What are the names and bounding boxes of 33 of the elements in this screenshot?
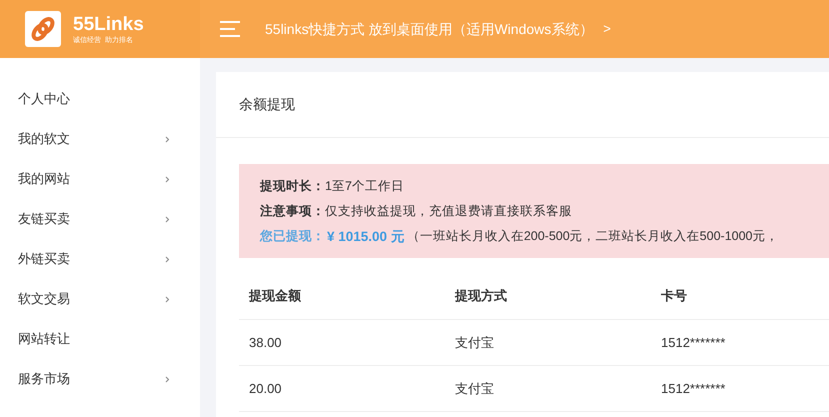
sidebar-item[interactable]: 网站转让: [0, 319, 200, 359]
chevron-right-icon: [165, 376, 170, 382]
withdrawn-amount: ¥ 1015.00 元: [327, 228, 405, 246]
sidebar-item[interactable]: 我的网站: [0, 159, 200, 199]
notice-text: 提现时长：1至7个工作日: [260, 178, 405, 195]
sidebar-item[interactable]: 友链买卖: [0, 199, 200, 239]
chevron-right-icon: [165, 256, 170, 262]
sidebar-item[interactable]: 软文交易: [0, 279, 200, 319]
sidebar-item[interactable]: 外链买卖: [0, 239, 200, 279]
withdrawn-remark: （一班站长月收入在200-500元，二班站长月收入在500-1000元，: [406, 228, 779, 244]
withdrawn-label: 您已提现：: [260, 228, 325, 244]
logo-name: 55Links: [73, 14, 144, 34]
table-cell: 支付宝: [455, 380, 494, 396]
table-cell: 38.00: [249, 334, 282, 350]
sidebar-item[interactable]: 服务市场: [0, 359, 200, 399]
sidebar-item[interactable]: 我的软文: [0, 119, 200, 159]
chevron-right-icon: [165, 176, 170, 182]
chain-link-logo-icon: [25, 11, 61, 47]
column-header: 提现方式: [455, 288, 507, 303]
chevron-right-icon: [165, 136, 170, 142]
table-cell: 支付宝: [455, 334, 494, 350]
chevron-right-icon: [165, 216, 170, 222]
column-header: 提现金额: [249, 288, 301, 303]
column-header: 卡号: [661, 288, 687, 303]
sidebar-item[interactable]: 个人中心: [0, 79, 200, 119]
chevron-right-icon: [165, 296, 170, 302]
breadcrumb-separator: >: [603, 20, 611, 38]
menu-icon[interactable]: [220, 21, 240, 37]
table-cell: 1512*******: [661, 334, 726, 350]
card-title: 余额提现: [239, 95, 295, 114]
table-cell: 20.00: [249, 380, 282, 396]
table-cell: 1512*******: [661, 380, 726, 396]
notice-text: 注意事项：仅支持收益提现，充值退费请直接联系客服: [260, 202, 573, 220]
